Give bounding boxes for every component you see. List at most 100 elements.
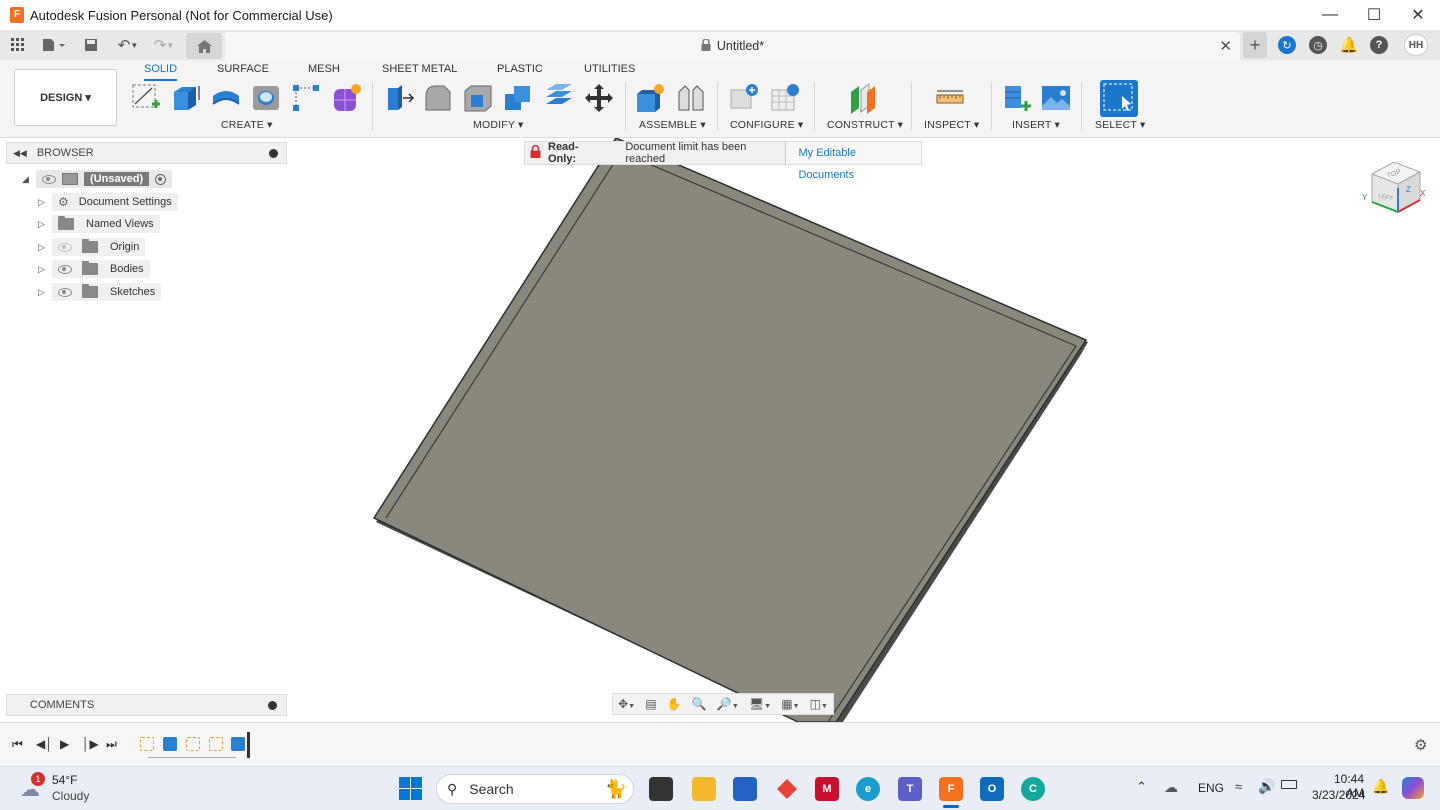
browser-pin-icon[interactable] [269,148,278,158]
task-view-icon[interactable] [649,777,673,801]
weather-description[interactable]: Cloudy [52,789,89,803]
timeline-sketch-icon[interactable] [186,737,200,751]
browser-item-bodies[interactable]: ▷ Bodies [38,259,150,279]
grid-settings-icon[interactable]: ▦▼ [781,697,799,711]
save-icon[interactable] [82,30,100,60]
teams-icon[interactable]: T [898,777,922,801]
look-at-icon[interactable]: ▤ [645,697,656,711]
outlook-new-icon[interactable]: O [980,777,1004,801]
tab-solid[interactable]: SOLID [144,63,178,81]
copilot-icon[interactable] [1402,777,1424,799]
configure-menu[interactable]: CONFIGURE ▾ [730,119,803,131]
maximize-button[interactable]: ☐ [1352,0,1396,30]
expand-triangle-icon[interactable]: ▷ [38,242,52,253]
new-tab-plus-icon[interactable]: + [1243,32,1267,58]
tab-sheet-metal[interactable]: SHEET METAL [382,63,457,81]
tab-surface[interactable]: SURFACE [217,63,269,81]
browser-item-origin[interactable]: ▷ Origin [38,237,146,257]
canva-icon[interactable]: C [1021,777,1045,801]
job-status-clock-icon[interactable]: ◷ [1309,36,1327,54]
timeline-sketch-icon[interactable] [209,737,223,751]
tab-utilities[interactable]: UTILITIES [584,63,635,81]
document-tab[interactable]: Untitled* ✕ [225,32,1240,60]
orbit-icon[interactable]: ✥▼ [618,697,635,711]
viewports-icon[interactable]: ◫▼ [810,697,828,711]
timeline-settings-gear-icon[interactable]: ⚙ [1414,736,1427,754]
configuration-table-icon[interactable] [769,82,801,114]
go-to-start-icon[interactable]: ⏮ [12,737,23,752]
volume-icon[interactable]: 🔊 [1258,778,1275,795]
insert-canvas-image-icon[interactable] [1040,82,1072,114]
redo-icon[interactable]: ↷ ▼ [150,30,178,60]
timeline-extrude-icon[interactable] [163,737,177,751]
viewcube[interactable]: TOP LEFT X Y Z [1358,152,1428,222]
configure-design-icon[interactable] [728,82,760,114]
expand-triangle-icon[interactable]: ▷ [38,264,52,275]
hidden-eye-icon[interactable] [58,242,72,252]
activate-radio-icon[interactable] [155,173,167,185]
joint-icon[interactable] [675,82,707,114]
extensions-icon[interactable]: ↻ [1278,36,1296,54]
notification-bell-icon[interactable]: 🔔 [1372,778,1389,795]
assemble-menu[interactable]: ASSEMBLE ▾ [639,119,706,131]
browser-item-named-views[interactable]: ▷ Named Views [38,214,160,234]
inspect-menu[interactable]: INSPECT ▾ [924,119,979,131]
bluestacks-app-icon[interactable] [775,777,799,801]
insert-derive-icon[interactable] [1001,82,1033,114]
battery-icon[interactable] [1281,780,1297,789]
timeline-extrude-icon[interactable] [231,737,245,751]
close-window-button[interactable]: ✕ [1396,0,1440,30]
extrude-icon[interactable] [170,82,202,114]
create-menu[interactable]: CREATE ▾ [221,119,273,131]
my-editable-documents-link[interactable]: My Editable Documents [785,142,921,181]
comments-panel-header[interactable]: COMMENTS [6,694,287,716]
create-form-icon[interactable] [330,82,362,114]
fillet-icon[interactable] [422,82,454,114]
display-settings-icon[interactable]: 🖥▼ [749,697,771,711]
timeline-sketch-icon[interactable] [140,737,154,751]
go-to-end-icon[interactable]: ⏭ [106,737,117,752]
wifi-icon[interactable]: ≈ [1235,779,1242,794]
zoom-icon[interactable]: 🔍 [692,697,707,711]
microsoft-store-icon[interactable] [733,777,757,801]
measure-icon[interactable] [934,82,966,114]
shell-icon[interactable] [462,82,494,114]
collapse-panel-icon[interactable]: ◀◀ [13,148,27,159]
play-icon[interactable]: ▶ [60,737,69,751]
cloud-sync-error-icon[interactable]: ☁ [1164,779,1178,796]
file-menu-icon[interactable] [40,30,68,60]
move-copy-icon[interactable] [583,82,615,114]
edge-browser-icon[interactable]: e [856,777,880,801]
tab-mesh[interactable]: MESH [308,63,340,81]
browser-item-document-settings[interactable]: ▷ ⚙ Document Settings [38,192,178,212]
add-comment-icon[interactable] [268,700,277,710]
combine-icon[interactable] [502,82,534,114]
revolve-icon[interactable] [210,82,242,114]
timeline-marker[interactable] [247,732,250,758]
modify-menu[interactable]: MODIFY ▾ [473,119,523,131]
home-icon[interactable] [186,33,222,59]
show-hidden-icons-chevron-icon[interactable]: ⌃ [1136,779,1147,795]
offset-plane-icon[interactable] [847,82,879,114]
visibility-eye-icon[interactable] [42,174,56,184]
hole-icon[interactable] [250,82,282,114]
select-icon[interactable] [1100,80,1138,117]
browser-item-sketches[interactable]: ▷ Sketches [38,282,162,302]
browser-root-row[interactable]: ◢ (Unsaved) [22,169,173,189]
zoom-window-icon[interactable]: 🔎▼ [717,697,739,711]
fusion-taskbar-icon[interactable]: F [939,777,963,801]
browser-panel-header[interactable]: ◀◀ BROWSER [6,142,287,164]
pan-hand-icon[interactable]: ✋ [667,697,682,711]
new-component-icon[interactable] [634,82,666,114]
step-forward-icon[interactable]: │▶ [82,737,99,751]
tab-plastic[interactable]: PLASTIC [497,63,543,81]
notifications-bell-icon[interactable]: 🔔 [1340,36,1359,54]
close-tab-icon[interactable]: ✕ [1219,37,1232,55]
expand-triangle-icon[interactable]: ▷ [38,287,52,298]
visibility-eye-icon[interactable] [58,264,72,274]
weather-temperature[interactable]: 54°F [52,773,77,787]
expand-triangle-icon[interactable]: ▷ [38,197,52,208]
create-sketch-icon[interactable] [130,82,162,114]
visibility-eye-icon[interactable] [58,287,72,297]
mcafee-icon[interactable]: M [815,777,839,801]
